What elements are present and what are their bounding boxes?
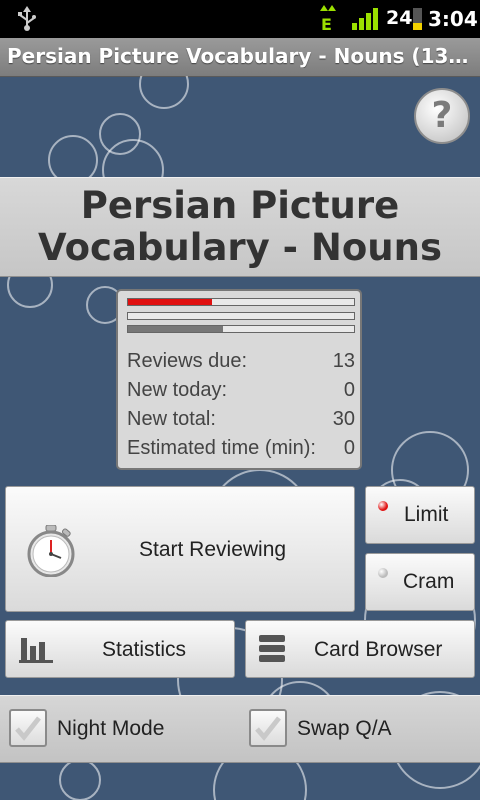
card-browser-button[interactable]: Card Browser — [245, 620, 475, 678]
svg-text:E: E — [321, 15, 332, 33]
cram-label: Cram — [403, 570, 455, 593]
question-mark-icon: ? — [431, 95, 453, 136]
stopwatch-icon — [27, 525, 75, 577]
battery-icon — [413, 8, 422, 30]
new-today-label: New today: — [127, 379, 228, 401]
card-browser-label: Card Browser — [314, 638, 443, 661]
reviews-due-value: 13 — [332, 350, 355, 372]
statistics-button[interactable]: Statistics — [5, 620, 235, 678]
checkmark-icon — [255, 716, 281, 741]
window-title: Persian Picture Vocabulary - Nouns (13 o… — [7, 44, 473, 68]
new-progress-bar — [127, 312, 355, 320]
limit-toggle-button[interactable]: Limit — [365, 486, 475, 544]
start-reviewing-label: Start Reviewing — [139, 538, 287, 561]
start-reviewing-button[interactable]: Start Reviewing — [5, 486, 355, 612]
reviews-progress-bar — [127, 298, 355, 306]
options-band: Night Mode Swap Q/A — [0, 695, 480, 763]
status-bar: E 24 3:04 — [0, 0, 480, 38]
estimated-time-row: Estimated time (min): 0 — [127, 437, 355, 465]
cram-indicator-icon — [378, 568, 388, 578]
new-total-row: New total: 30 — [127, 408, 355, 436]
usb-icon — [18, 6, 36, 31]
new-total-value: 30 — [332, 408, 355, 430]
limit-label: Limit — [404, 503, 449, 526]
stats-panel: Reviews due: 13 New today: 0 New total: … — [116, 289, 362, 470]
night-mode-label[interactable]: Night Mode — [57, 717, 164, 741]
reviews-due-label: Reviews due: — [127, 350, 248, 372]
total-progress-fill — [128, 326, 223, 332]
cram-toggle-button[interactable]: Cram — [365, 553, 475, 611]
swap-qa-label[interactable]: Swap Q/A — [297, 717, 392, 741]
reviews-progress-fill — [128, 299, 212, 305]
deck-title-line-1: Persian Picture — [80, 184, 400, 227]
signal-icon — [352, 8, 378, 30]
help-button[interactable]: ? — [414, 88, 470, 144]
estimated-time-label: Estimated time (min): — [127, 437, 316, 459]
total-progress-bar — [127, 325, 355, 333]
new-today-value: 0 — [343, 379, 355, 401]
limit-indicator-icon — [378, 501, 388, 511]
clock: 3:04 — [428, 7, 478, 31]
statistics-label: Statistics — [102, 638, 187, 661]
deck-title-line-2: Vocabulary - Nouns — [38, 226, 442, 269]
reviews-due-row: Reviews due: 13 — [127, 350, 355, 378]
bar-chart-icon — [19, 638, 53, 663]
new-today-row: New today: 0 — [127, 379, 355, 407]
new-total-label: New total: — [127, 408, 216, 430]
title-bar: Persian Picture Vocabulary - Nouns (13 o… — [0, 38, 480, 77]
night-mode-checkbox[interactable] — [9, 709, 47, 747]
deck-title: Persian Picture Vocabulary - Nouns — [10, 185, 470, 269]
data-e-icon: E — [318, 5, 338, 37]
deck-title-band: Persian Picture Vocabulary - Nouns — [0, 177, 480, 277]
checkmark-icon — [15, 716, 41, 741]
card-stack-icon — [259, 635, 285, 662]
swap-qa-checkbox[interactable] — [249, 709, 287, 747]
battery-level: 24 — [386, 7, 413, 29]
estimated-time-value: 0 — [343, 437, 355, 459]
